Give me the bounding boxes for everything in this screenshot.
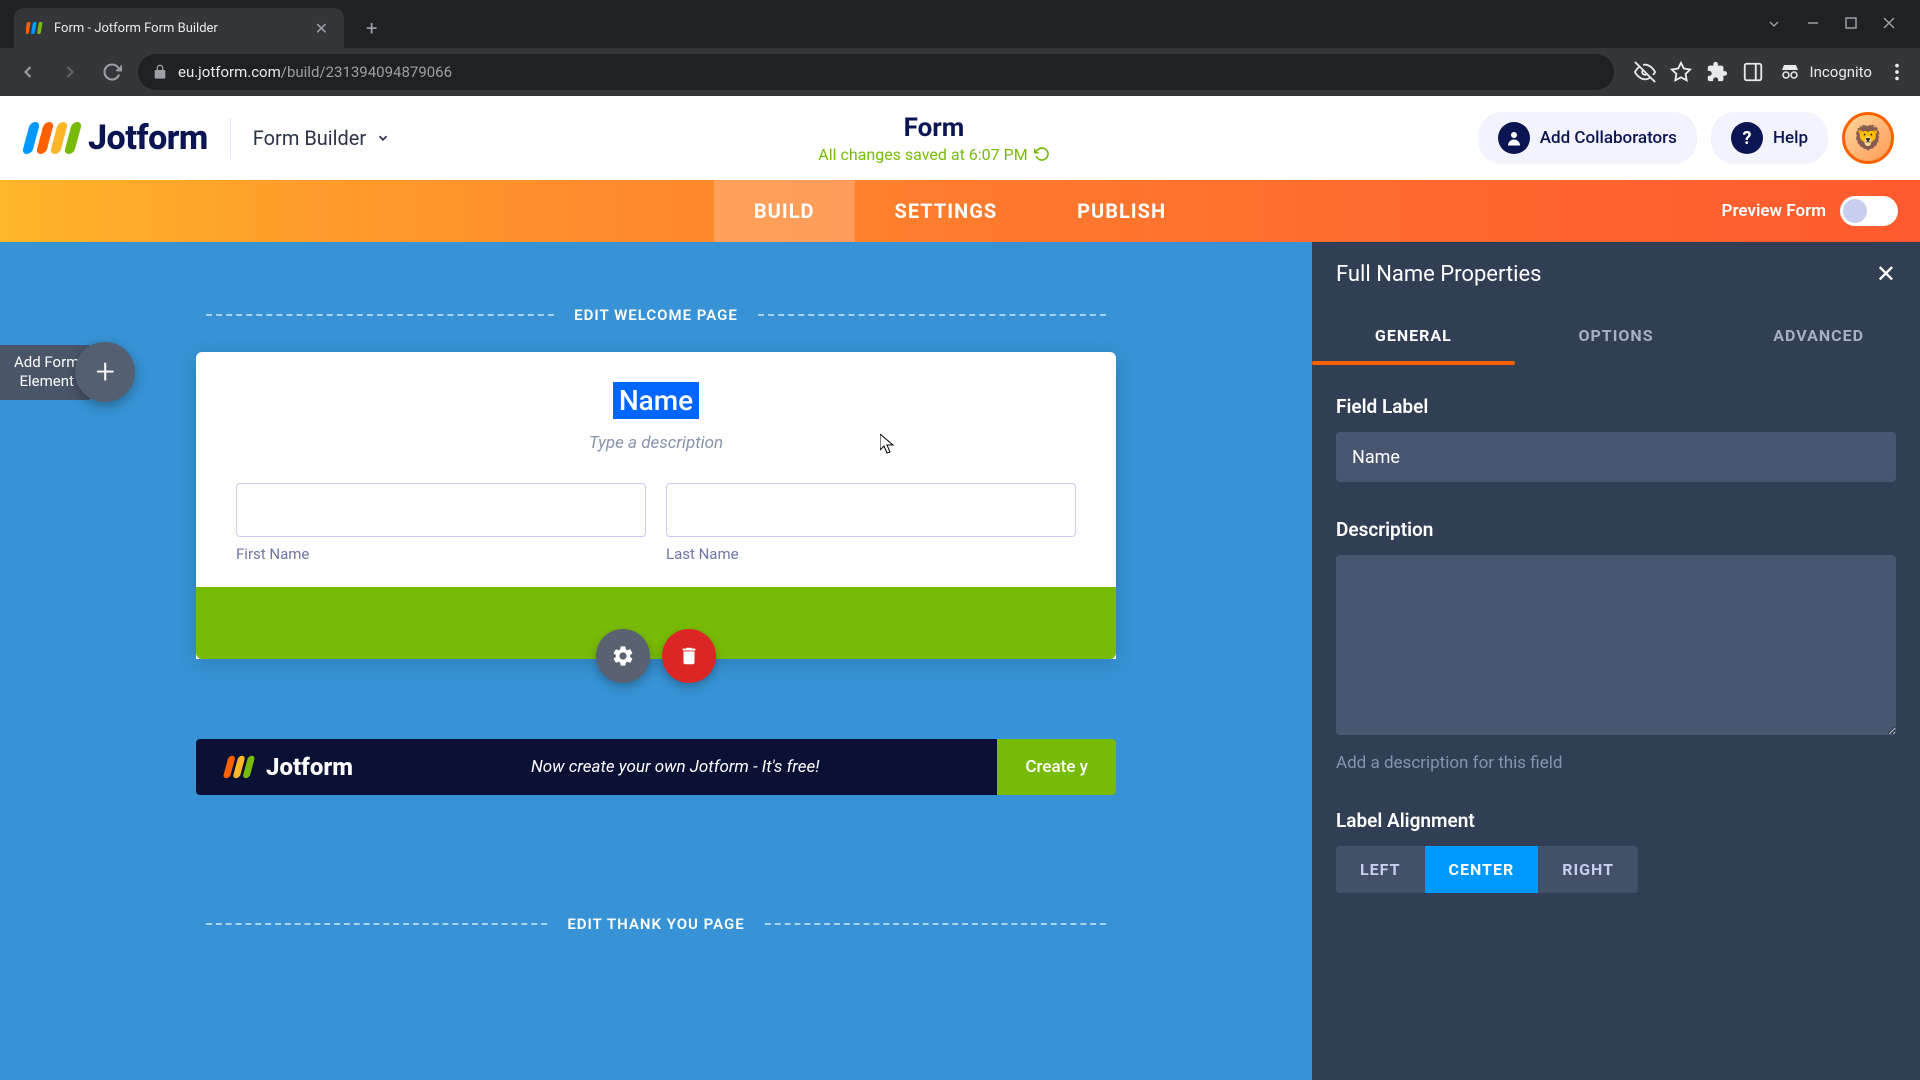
help-button[interactable]: ? Help xyxy=(1711,112,1828,164)
tab-title: Form - Jotform Form Builder xyxy=(54,21,311,36)
maximize-icon[interactable] xyxy=(1844,16,1858,32)
save-status: All changes saved at 6:07 PM xyxy=(818,145,1049,164)
align-left-button[interactable]: LEFT xyxy=(1336,846,1425,893)
props-tab-advanced[interactable]: ADVANCED xyxy=(1717,306,1920,365)
preview-toggle-switch[interactable] xyxy=(1840,196,1898,226)
back-button[interactable] xyxy=(12,56,44,88)
field-settings-button[interactable] xyxy=(596,629,650,683)
window-controls xyxy=(1766,16,1896,32)
alignment-title: Label Alignment xyxy=(1336,809,1896,832)
props-title: Full Name Properties xyxy=(1336,262,1542,287)
app-header: Jotform Form Builder Form All changes sa… xyxy=(0,96,1920,180)
cursor-icon xyxy=(880,434,894,454)
add-element-button[interactable]: Add FormElement + xyxy=(0,342,135,402)
plus-icon: + xyxy=(75,342,135,402)
avatar[interactable]: 🦁 xyxy=(1842,112,1894,164)
canvas: Add FormElement + EDIT WELCOME PAGE Name… xyxy=(0,242,1312,1080)
card-description[interactable]: Type a description xyxy=(236,433,1076,453)
main: Add FormElement + EDIT WELCOME PAGE Name… xyxy=(0,242,1920,1080)
eye-off-icon[interactable] xyxy=(1634,61,1656,83)
description-textarea[interactable] xyxy=(1336,555,1896,735)
align-right-button[interactable]: RIGHT xyxy=(1538,846,1638,893)
address-bar[interactable]: eu.jotform.com/build/231394094879066 xyxy=(138,54,1614,90)
thankyou-divider[interactable]: EDIT THANK YOU PAGE xyxy=(206,895,1106,953)
refresh-icon xyxy=(1034,146,1050,162)
field-label-title: Field Label xyxy=(1336,395,1896,418)
description-hint: Add a description for this field xyxy=(1336,753,1896,773)
browser-toolbar: eu.jotform.com/build/231394094879066 Inc… xyxy=(0,48,1920,96)
menu-icon[interactable] xyxy=(1886,61,1908,83)
props-tab-options[interactable]: OPTIONS xyxy=(1515,306,1718,365)
field-label-input[interactable] xyxy=(1336,432,1896,482)
first-name-label: First Name xyxy=(236,545,646,563)
new-tab-button[interactable]: + xyxy=(356,10,387,46)
tab-build[interactable]: BUILD xyxy=(714,180,855,242)
promo-create-button[interactable]: Create y xyxy=(997,739,1116,795)
tab-nav: BUILD SETTINGS PUBLISH Preview Form xyxy=(0,180,1920,242)
preview-toggle: Preview Form xyxy=(1722,180,1920,242)
promo-text: Now create your own Jotform - It's free! xyxy=(373,757,977,777)
incognito-badge[interactable]: Incognito xyxy=(1778,60,1872,84)
extensions-icon[interactable] xyxy=(1706,61,1728,83)
form-title[interactable]: Form xyxy=(390,113,1478,143)
tab-settings[interactable]: SETTINGS xyxy=(855,180,1038,242)
welcome-divider[interactable]: EDIT WELCOME PAGE xyxy=(206,286,1106,344)
card-footer xyxy=(196,587,1116,659)
tab-publish[interactable]: PUBLISH xyxy=(1037,180,1206,242)
description-title: Description xyxy=(1336,518,1896,541)
url-text: eu.jotform.com/build/231394094879066 xyxy=(178,63,452,81)
forward-button[interactable] xyxy=(54,56,86,88)
chevron-down-icon xyxy=(376,131,390,145)
card-title[interactable]: Name xyxy=(613,382,699,419)
incognito-icon xyxy=(1778,60,1802,84)
promo-logo: Jotform xyxy=(220,751,353,783)
properties-panel: Full Name Properties ✕ GENERAL OPTIONS A… xyxy=(1312,242,1920,1080)
add-collaborators-button[interactable]: Add Collaborators xyxy=(1478,112,1697,164)
star-icon[interactable] xyxy=(1670,61,1692,83)
logo-text: Jotform xyxy=(88,118,208,158)
browser-titlebar: Form - Jotform Form Builder ✕ + xyxy=(0,0,1920,48)
props-tab-general[interactable]: GENERAL xyxy=(1312,306,1515,365)
form-card[interactable]: Name Type a description First Name Last … xyxy=(196,352,1116,659)
promo-banner: Jotform Now create your own Jotform - It… xyxy=(196,739,1116,795)
user-icon xyxy=(1498,122,1530,154)
form-builder-label: Form Builder xyxy=(253,126,366,150)
reload-button[interactable] xyxy=(96,56,128,88)
tab-favicon xyxy=(26,19,44,37)
tab-close-icon[interactable]: ✕ xyxy=(311,15,332,42)
align-center-button[interactable]: CENTER xyxy=(1425,846,1539,893)
first-name-input[interactable] xyxy=(236,483,646,537)
browser-tab[interactable]: Form - Jotform Form Builder ✕ xyxy=(14,8,344,48)
incognito-label: Incognito xyxy=(1810,63,1872,81)
form-builder-dropdown[interactable]: Form Builder xyxy=(253,126,390,150)
field-delete-button[interactable] xyxy=(662,629,716,683)
help-icon: ? xyxy=(1731,122,1763,154)
panel-icon[interactable] xyxy=(1742,61,1764,83)
props-close-button[interactable]: ✕ xyxy=(1876,260,1896,288)
lock-icon xyxy=(152,64,168,80)
logo[interactable]: Jotform xyxy=(26,118,208,158)
last-name-input[interactable] xyxy=(666,483,1076,537)
close-window-icon[interactable] xyxy=(1882,16,1896,32)
tab-dropdown-icon[interactable] xyxy=(1766,16,1782,32)
minimize-icon[interactable] xyxy=(1806,16,1820,32)
last-name-label: Last Name xyxy=(666,545,1076,563)
